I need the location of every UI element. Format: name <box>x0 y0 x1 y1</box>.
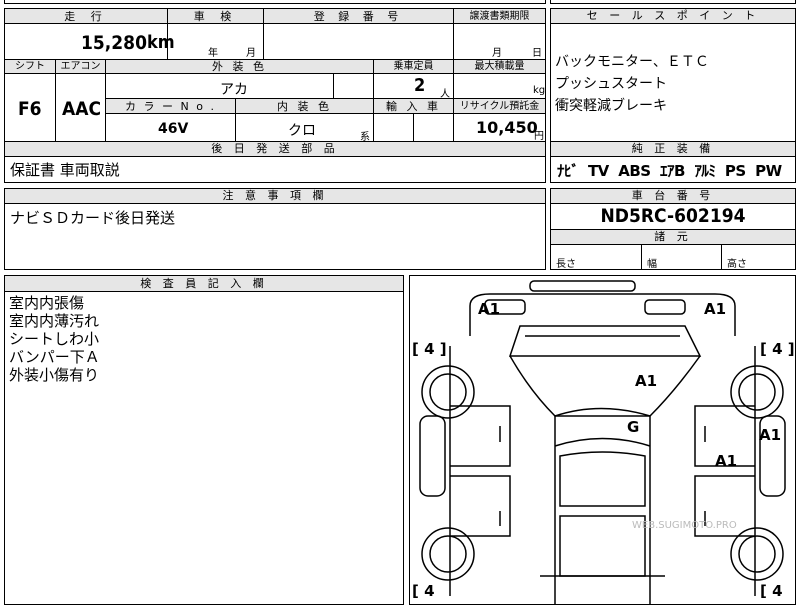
inspection-month: 月 <box>246 48 256 59</box>
width-cell: 幅 <box>641 245 721 270</box>
equipment-label: 純 正 装 備 <box>551 142 795 157</box>
inspection-cell: 年 月 <box>167 24 263 59</box>
transfer-cell: 月 日 <box>453 24 545 59</box>
transfer-month: 月 <box>492 48 502 59</box>
sales-points-box: セ ー ル ス ポ イ ン ト バックモニター、ＥＴＣ プッシュスタート 衝突軽… <box>550 8 796 142</box>
notes-value: ナビＳＤカード後日発送 <box>10 209 176 227</box>
inspection-label: 車 検 <box>167 9 263 24</box>
import-cell-a <box>373 114 413 142</box>
capacity-cell: 2 人 <box>373 74 453 100</box>
tire-front-left: [ 4 ] <box>412 340 447 358</box>
transfer-day: 日 <box>532 48 542 59</box>
inspection-year: 年 <box>208 48 218 59</box>
registration-label: 登 録 番 号 <box>263 9 453 24</box>
inspector-line-4: バンパー下Ａ <box>9 348 100 366</box>
exterior-code-cell <box>333 74 373 99</box>
import-cell-b <box>413 114 453 142</box>
mark-glass: G <box>627 418 640 436</box>
interior-value: クロ <box>288 123 316 139</box>
width-label: 幅 <box>647 259 657 270</box>
mark-right-side: A1 <box>759 426 782 444</box>
recycle-label: リサイクル預託金 <box>453 99 545 114</box>
mileage-cell: 15,280 km <box>5 24 175 59</box>
shift-value: F6 <box>18 98 42 120</box>
sales-point-2: プッシュスタート <box>555 76 667 92</box>
capacity-unit: 人 <box>440 89 450 100</box>
length-cell: 長さ <box>551 245 641 270</box>
mark-hood: A1 <box>635 372 658 390</box>
transfer-label: 譲渡書類期限 <box>453 9 545 24</box>
mark-front-right: A1 <box>704 300 727 318</box>
sales-point-3: 衝突軽減ブレーキ <box>555 98 667 114</box>
mileage-label: 走 行 <box>64 10 108 23</box>
exterior-label: 外 装 色 <box>105 59 373 74</box>
mileage-value: 15,280 <box>81 32 147 54</box>
height-cell: 高さ <box>721 245 795 270</box>
recycle-value: 10,450 <box>476 118 538 137</box>
vehicle-info-table: 走 行 車 検 登 録 番 号 譲渡書類期限 15,280 km 年 月 月 日… <box>4 8 546 143</box>
load-unit: kg <box>533 85 546 96</box>
top-strip-right <box>550 0 796 4</box>
watermark: WEB.SUGIMOTO.PRO <box>632 520 737 531</box>
exterior-value: アカ <box>220 82 248 98</box>
later-parts-label: 後 日 発 送 部 品 <box>5 142 545 157</box>
inspector-line-1: 室内内張傷 <box>9 294 85 312</box>
sales-points-label: セ ー ル ス ポ イ ン ト <box>551 9 795 24</box>
notes-label: 注 意 事 項 欄 <box>5 189 545 204</box>
equipment-box: 純 正 装 備 ﾅﾋﾞ TV ABS ｴｱB ｱﾙﾐ PS PW <box>550 141 796 183</box>
tire-rear-left: [ 4 <box>412 582 435 600</box>
inspector-line-2: 室内内薄汚れ <box>9 312 100 330</box>
recycle-unit: 円 <box>534 131 544 142</box>
interior-label: 内 装 色 <box>235 99 373 114</box>
later-parts-value: 保証書 車両取説 <box>10 161 120 179</box>
interior-cell: クロ 系 <box>235 114 373 143</box>
inspector-line-3: シートしわ小 <box>9 330 100 348</box>
import-label: 輸 入 車 <box>373 99 453 114</box>
sales-point-1: バックモニター、ＥＴＣ <box>555 54 709 70</box>
color-no-cell: 46V <box>105 114 235 142</box>
color-no-value: 46V <box>158 121 189 137</box>
tire-rear-right: [ 4 <box>760 582 783 600</box>
color-no-label: カ ラ ー N o . <box>105 99 235 114</box>
inspector-box: 検 査 員 記 入 欄 室内内張傷 室内内薄汚れ シートしわ小 バンパー下Ａ 外… <box>4 275 404 605</box>
later-parts-box: 後 日 発 送 部 品 保証書 車両取説 <box>4 141 546 183</box>
load-label: 最大積載量 <box>453 59 545 74</box>
shift-label: シフト <box>15 61 45 72</box>
dimensions-box: 諸 元 長さ 幅 高さ <box>550 229 796 270</box>
recycle-cell: 10,450 円 <box>453 114 545 142</box>
capacity-value: 2 <box>414 75 426 96</box>
capacity-label: 乗車定員 <box>373 59 453 74</box>
ac-label: エアコン <box>55 59 105 74</box>
registration-cell <box>263 24 453 59</box>
inspector-label: 検 査 員 記 入 欄 <box>5 276 403 292</box>
top-strip <box>4 0 546 4</box>
equipment-value: ﾅﾋﾞ TV ABS ｴｱB ｱﾙﾐ PS PW <box>557 162 782 180</box>
mark-right-door: A1 <box>715 452 738 470</box>
height-label: 高さ <box>727 259 747 270</box>
chassis-box: 車 台 番 号 ND5RC-602194 <box>550 188 796 230</box>
chassis-label: 車 台 番 号 <box>551 189 795 204</box>
inspector-line-5: 外装小傷有り <box>9 366 100 384</box>
notes-box: 注 意 事 項 欄 ナビＳＤカード後日発送 <box>4 188 546 270</box>
ac-cell: AAC <box>55 74 105 142</box>
mark-front-left: A1 <box>478 300 501 318</box>
exterior-cell: アカ <box>105 74 333 99</box>
chassis-value: ND5RC-602194 <box>600 205 746 227</box>
tire-front-right: [ 4 ] <box>760 340 795 358</box>
car-diagram: WEB.SUGIMOTO.PRO <box>419 280 786 604</box>
load-cell: kg <box>453 74 545 99</box>
ac-value: AAC <box>62 98 102 120</box>
shift-cell: F6 <box>5 74 55 142</box>
dimensions-label: 諸 元 <box>551 230 795 245</box>
length-label: 長さ <box>556 259 576 270</box>
car-diagram-box: WEB.SUGIMOTO.PRO A1 A1 A1 G A1 A1 [ 4 ] … <box>409 275 796 605</box>
